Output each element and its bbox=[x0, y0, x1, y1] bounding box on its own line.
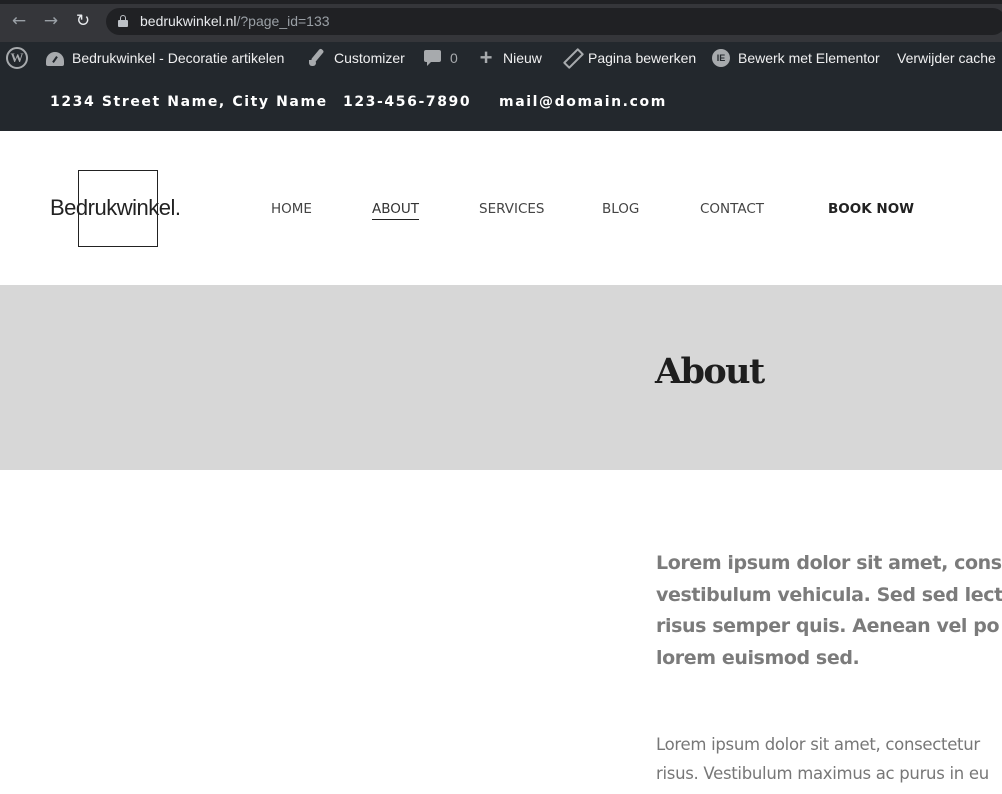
site-logo[interactable]: Bedrukwinkel. bbox=[50, 170, 200, 248]
body-line: Lorem ipsum dolor sit amet, consectetur bbox=[656, 735, 980, 754]
paintbrush-icon bbox=[308, 49, 326, 67]
body-paragraph: Lorem ipsum dolor sit amet, consectetur … bbox=[656, 730, 1002, 788]
wordpress-logo-button[interactable]: W bbox=[6, 42, 36, 74]
url-host: bedrukwinkel.nl bbox=[140, 13, 237, 29]
body-line: risus. Vestibulum maximus ac purus in eu bbox=[656, 764, 989, 783]
browser-toolbar: ← → ↻ bedrukwinkel.nl/?page_id=133 bbox=[0, 0, 1002, 42]
contact-topbar: 1234 Street Name, City Name 123-456-7890… bbox=[0, 74, 1002, 131]
site-name-menu[interactable]: Bedrukwinkel - Decoratie artikelen bbox=[46, 42, 284, 74]
lead-line: vestibulum vehicula. Sed sed lect bbox=[656, 583, 1002, 606]
edit-page-label: Pagina bewerken bbox=[588, 50, 697, 66]
lead-line: risus semper quis. Aenean vel po bbox=[656, 615, 1000, 637]
nav-item-about[interactable]: ABOUT bbox=[372, 201, 420, 220]
wp-admin-bar: W Bedrukwinkel - Decoratie artikelen Cus… bbox=[0, 42, 1002, 74]
page-title: About bbox=[655, 351, 765, 392]
comments-count: 0 bbox=[450, 50, 458, 66]
elementor-icon: IE bbox=[712, 49, 730, 67]
book-now-button[interactable]: BOOK NOW bbox=[828, 201, 914, 217]
dashboard-icon bbox=[46, 50, 64, 66]
url-text[interactable]: bedrukwinkel.nl/?page_id=133 bbox=[140, 13, 330, 29]
plus-icon: + bbox=[479, 45, 493, 70]
pencil-icon bbox=[562, 49, 580, 67]
customizer-label: Customizer bbox=[334, 50, 405, 66]
wordpress-logo-icon: W bbox=[6, 47, 28, 69]
clear-cache-button[interactable]: Verwijder cache bbox=[897, 42, 996, 74]
customizer-button[interactable]: Customizer bbox=[308, 42, 405, 74]
browser-tab-strip bbox=[0, 0, 1002, 4]
url-path: /?page_id=133 bbox=[236, 13, 330, 29]
lead-line: lorem euismod sed. bbox=[656, 646, 860, 669]
lock-icon bbox=[118, 15, 128, 27]
edit-page-button[interactable]: Pagina bewerken bbox=[562, 42, 696, 74]
nav-item-contact[interactable]: CONTACT bbox=[700, 201, 764, 217]
comments-button[interactable]: 0 bbox=[424, 42, 458, 74]
logo-text: Bedrukwinkel. bbox=[50, 195, 181, 220]
site-name-label: Bedrukwinkel - Decoratie artikelen bbox=[72, 50, 285, 66]
new-label: Nieuw bbox=[503, 50, 542, 66]
forward-arrow-icon[interactable]: → bbox=[40, 10, 62, 32]
nav-item-services[interactable]: SERVICES bbox=[479, 201, 544, 217]
nav-item-home[interactable]: HOME bbox=[271, 201, 312, 217]
back-arrow-icon[interactable]: ← bbox=[8, 10, 30, 32]
page-hero: About bbox=[0, 285, 1002, 470]
elementor-label: Bewerk met Elementor bbox=[738, 50, 880, 66]
address-text: 1234 Street Name, City Name bbox=[50, 94, 328, 110]
email-link[interactable]: mail@domain.com bbox=[499, 94, 667, 110]
nav-item-blog[interactable]: BLOG bbox=[602, 201, 639, 217]
edit-with-elementor-button[interactable]: IE Bewerk met Elementor bbox=[712, 42, 880, 74]
new-content-button[interactable]: + Nieuw bbox=[477, 42, 542, 74]
comment-icon bbox=[424, 49, 442, 67]
reload-icon[interactable]: ↻ bbox=[72, 10, 94, 32]
lead-line: Lorem ipsum dolor sit amet, cons bbox=[656, 552, 1002, 574]
phone-link[interactable]: 123-456-7890 bbox=[343, 94, 471, 110]
lead-paragraph: Lorem ipsum dolor sit amet, cons vestibu… bbox=[656, 548, 1002, 674]
clear-cache-label: Verwijder cache bbox=[897, 50, 996, 66]
address-bar[interactable]: bedrukwinkel.nl/?page_id=133 bbox=[106, 8, 1002, 35]
site-header: Bedrukwinkel. HOME ABOUT SERVICES BLOG C… bbox=[0, 131, 1002, 285]
